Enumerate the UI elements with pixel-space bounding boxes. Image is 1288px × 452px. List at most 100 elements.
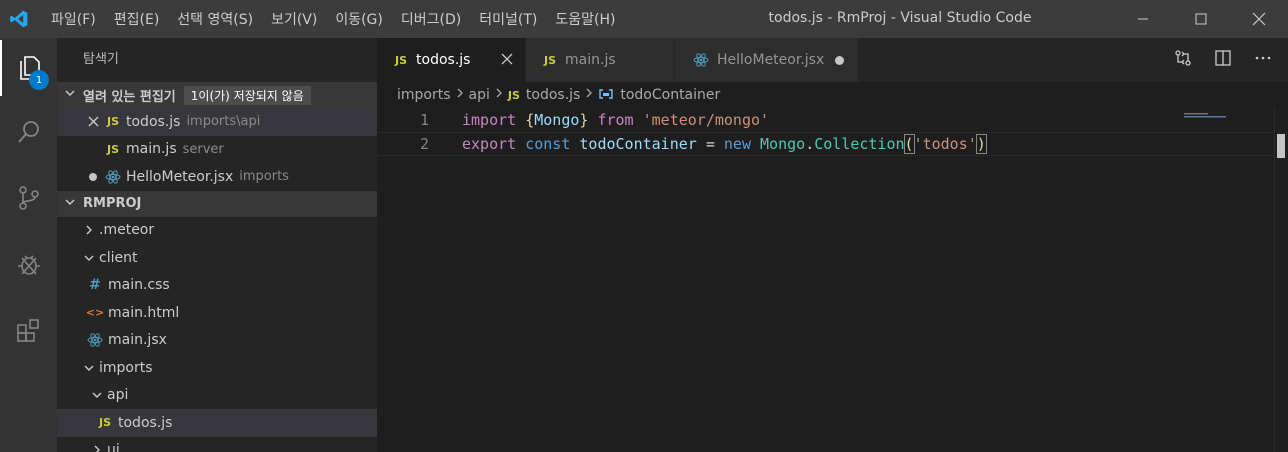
menu-help[interactable]: 도움말(H) <box>546 9 624 29</box>
extensions-activity-button[interactable] <box>0 302 57 358</box>
tree-folder[interactable]: api <box>57 382 377 410</box>
js-file-icon: JS <box>98 416 111 430</box>
split-editor-icon <box>1215 50 1231 66</box>
tree-file-label: main.html <box>108 304 180 321</box>
open-editor-name: todos.js <box>126 113 181 130</box>
code-line-current: 2 export const todoContainer = new Mongo… <box>377 132 1288 156</box>
tab-hellometeor-jsx[interactable]: HelloMeteor.jsx <box>675 38 859 82</box>
unsaved-dot-icon[interactable] <box>835 55 844 65</box>
close-icon[interactable] <box>501 51 513 69</box>
close-icon[interactable] <box>83 116 103 127</box>
explorer-badge: 1 <box>29 70 49 90</box>
js-file-icon: JS <box>106 142 119 156</box>
tree-file[interactable]: main.jsx <box>57 327 377 355</box>
search-icon <box>17 121 39 143</box>
more-actions-button[interactable] <box>1254 49 1272 71</box>
maximize-icon <box>1195 13 1207 25</box>
open-editor-item[interactable]: JS todos.js imports\api <box>57 108 377 136</box>
breadcrumb-item[interactable]: imports <box>397 87 451 103</box>
title-bar: 파일(F) 편집(E) 선택 영역(S) 보기(V) 이동(G) 디버그(D) … <box>0 0 1288 38</box>
menu-go[interactable]: 이동(G) <box>326 9 392 29</box>
explorer-title: 탐색기 <box>83 52 119 67</box>
js-file-icon: JS <box>395 53 408 67</box>
chevron-down-icon <box>57 87 83 103</box>
menu-view[interactable]: 보기(V) <box>262 9 326 29</box>
source-control-activity-button[interactable] <box>0 170 57 226</box>
explorer-sidebar: 탐색기 열려 있는 편집기 1이(가) 저장되지 않음 JS todos.js … <box>57 38 377 452</box>
tree-folder[interactable]: imports <box>57 354 377 382</box>
tree-folder-label: client <box>99 249 138 266</box>
tab-todos-js[interactable]: JS todos.js <box>377 38 526 82</box>
menu-edit[interactable]: 편집(E) <box>105 9 169 29</box>
tree-file[interactable]: JS todos.js <box>57 409 377 437</box>
tab-label: HelloMeteor.jsx <box>717 52 825 68</box>
editor-area: JS todos.js JS main.js HelloMeteor.jsx i… <box>377 38 1288 452</box>
menu-terminal[interactable]: 터미널(T) <box>470 9 546 29</box>
menu-file[interactable]: 파일(F) <box>42 9 105 29</box>
open-editor-path: server <box>182 141 224 157</box>
minimize-button[interactable] <box>1114 0 1172 38</box>
tree-folder-label: api <box>107 387 129 404</box>
tree-folder[interactable]: ui <box>57 437 377 452</box>
breadcrumb-item[interactable]: todos.js <box>526 87 580 103</box>
tree-file-label: main.jsx <box>108 332 167 349</box>
open-editor-item[interactable]: HelloMeteor.jsx imports <box>57 163 377 191</box>
menu-selection[interactable]: 선택 영역(S) <box>168 9 262 29</box>
search-activity-button[interactable] <box>0 104 57 160</box>
debug-activity-button[interactable] <box>0 236 57 292</box>
explorer-activity-button[interactable]: 1 <box>0 40 57 96</box>
open-editors-header[interactable]: 열려 있는 편집기 1이(가) 저장되지 않음 <box>57 82 377 108</box>
open-editor-name: main.js <box>126 141 177 158</box>
breadcrumb: imports api JS todos.js todoContainer <box>377 82 1288 108</box>
open-editor-item[interactable]: JS main.js server <box>57 136 377 164</box>
tab-main-js[interactable]: JS main.js <box>526 38 675 82</box>
close-window-button[interactable] <box>1230 0 1288 38</box>
breadcrumb-item[interactable]: todoContainer <box>620 87 720 103</box>
minimize-icon <box>1138 18 1148 20</box>
maximize-button[interactable] <box>1172 0 1230 38</box>
project-header[interactable]: RMPROJ <box>57 190 377 217</box>
js-file-icon: JS <box>544 53 557 67</box>
vertical-scrollbar[interactable] <box>1274 108 1288 452</box>
tree-file-label: main.css <box>108 277 170 294</box>
tree-file[interactable]: <> main.html <box>57 299 377 327</box>
code-line: 1 import {Mongo} from 'meteor/mongo' <box>377 108 1288 132</box>
open-editor-path: imports <box>239 169 289 185</box>
menu-bar: 파일(F) 편집(E) 선택 영역(S) 보기(V) 이동(G) 디버그(D) … <box>38 0 624 38</box>
open-editor-name: HelloMeteor.jsx <box>126 168 234 185</box>
line-number: 2 <box>419 135 429 153</box>
chevron-right-icon <box>585 87 593 103</box>
open-editors-label: 열려 있는 편집기 <box>83 89 176 105</box>
window-controls <box>1114 0 1288 38</box>
line-number: 1 <box>419 111 429 129</box>
ellipsis-icon <box>1255 56 1271 60</box>
tree-folder-label: .meteor <box>99 222 155 239</box>
tree-file[interactable]: # main.css <box>57 272 377 300</box>
chevron-right-icon <box>79 224 99 236</box>
line-text: import {Mongo} from 'meteor/mongo' <box>462 111 770 129</box>
tab-label: main.js <box>565 52 616 68</box>
menu-debug[interactable]: 디버그(D) <box>392 9 470 29</box>
unsaved-dot-icon[interactable] <box>83 172 103 182</box>
code-editor[interactable]: 1 import {Mongo} from 'meteor/mongo' 2 e… <box>377 108 1288 156</box>
breadcrumb-item[interactable]: api <box>469 87 490 103</box>
open-changes-button[interactable] <box>1174 49 1192 71</box>
activity-bar: 1 <box>0 38 57 452</box>
split-editor-button[interactable] <box>1214 49 1232 71</box>
bug-icon <box>17 255 40 275</box>
tree-folder[interactable]: client <box>57 244 377 272</box>
tree-file-label: todos.js <box>118 414 173 431</box>
line-text: export const todoContainer = new Mongo.C… <box>462 134 987 154</box>
html-file-icon: <> <box>85 306 105 320</box>
tree-folder[interactable]: .meteor <box>57 217 377 245</box>
js-file-icon: JS <box>507 88 520 102</box>
react-icon <box>85 332 105 348</box>
window-title: todos.js - RmProj - Visual Studio Code <box>768 10 1032 26</box>
minimap[interactable] <box>1184 108 1274 118</box>
tree-folder-label: imports <box>99 359 153 376</box>
unsaved-badge: 1이(가) 저장되지 않음 <box>183 85 311 105</box>
symbol-variable-icon <box>598 88 614 103</box>
react-icon <box>693 52 709 68</box>
scrollbar-cursor-marker <box>1277 134 1285 158</box>
chevron-down-icon <box>79 362 99 374</box>
